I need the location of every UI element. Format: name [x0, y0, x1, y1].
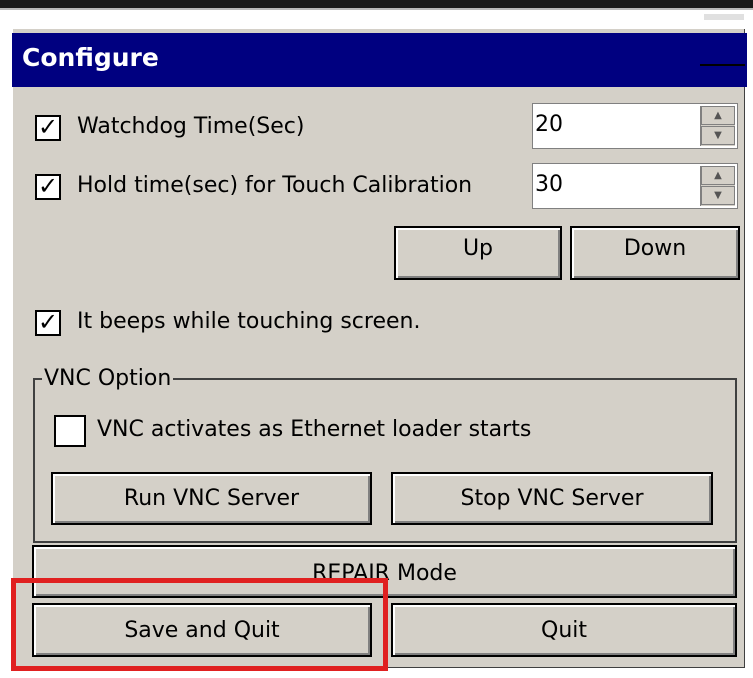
- stop-vnc-server-button[interactable]: Stop VNC Server: [391, 472, 713, 525]
- watchdog-checkbox[interactable]: ✓: [35, 113, 61, 141]
- down-button-label: Down: [623, 236, 687, 261]
- stop-vnc-server-label: Stop VNC Server: [460, 486, 644, 511]
- top-grip: [704, 14, 744, 20]
- quit-label: Quit: [541, 617, 587, 643]
- vnc-activate-label: VNC activates as Ethernet loader starts: [97, 417, 532, 442]
- run-vnc-server-label: Run VNC Server: [123, 486, 300, 511]
- hold-time-label: Hold time(sec) for Touch Calibration: [77, 173, 473, 198]
- window-title: Configure: [22, 43, 159, 72]
- hold-time-spin-arrows: ▲ ▼: [700, 166, 735, 206]
- title-bar-line: [700, 64, 745, 66]
- spin-down-icon[interactable]: ▼: [701, 126, 735, 145]
- spin-up-icon[interactable]: ▲: [701, 106, 735, 125]
- checkmark-icon: ✓: [38, 308, 59, 336]
- watchdog-spin-arrows: ▲ ▼: [700, 106, 735, 146]
- down-button[interactable]: Down: [570, 226, 740, 280]
- checkmark-icon: ✓: [38, 113, 59, 141]
- beep-label: It beeps while touching screen.: [77, 309, 421, 334]
- watchdog-label: Watchdog Time(Sec): [77, 114, 305, 139]
- up-button[interactable]: Up: [394, 226, 562, 280]
- top-divider: [0, 8, 753, 10]
- highlight-box: [11, 578, 388, 671]
- beep-checkbox[interactable]: ✓: [35, 308, 61, 336]
- top-border: [0, 0, 753, 8]
- vnc-activate-checkbox[interactable]: [54, 415, 86, 447]
- spin-down-icon[interactable]: ▼: [701, 186, 735, 205]
- hold-time-checkbox[interactable]: ✓: [35, 172, 61, 200]
- checkmark-icon: ✓: [38, 172, 59, 200]
- hold-time-spinner[interactable]: 30 ▲ ▼: [532, 163, 738, 209]
- hold-time-value[interactable]: 30: [535, 172, 563, 197]
- quit-button[interactable]: Quit: [391, 603, 737, 657]
- up-button-label: Up: [462, 236, 494, 261]
- vnc-option-legend: VNC Option: [42, 366, 174, 391]
- watchdog-value[interactable]: 20: [535, 112, 563, 137]
- watchdog-spinner[interactable]: 20 ▲ ▼: [532, 103, 738, 149]
- spin-up-icon[interactable]: ▲: [701, 166, 735, 185]
- run-vnc-server-button[interactable]: Run VNC Server: [51, 472, 372, 525]
